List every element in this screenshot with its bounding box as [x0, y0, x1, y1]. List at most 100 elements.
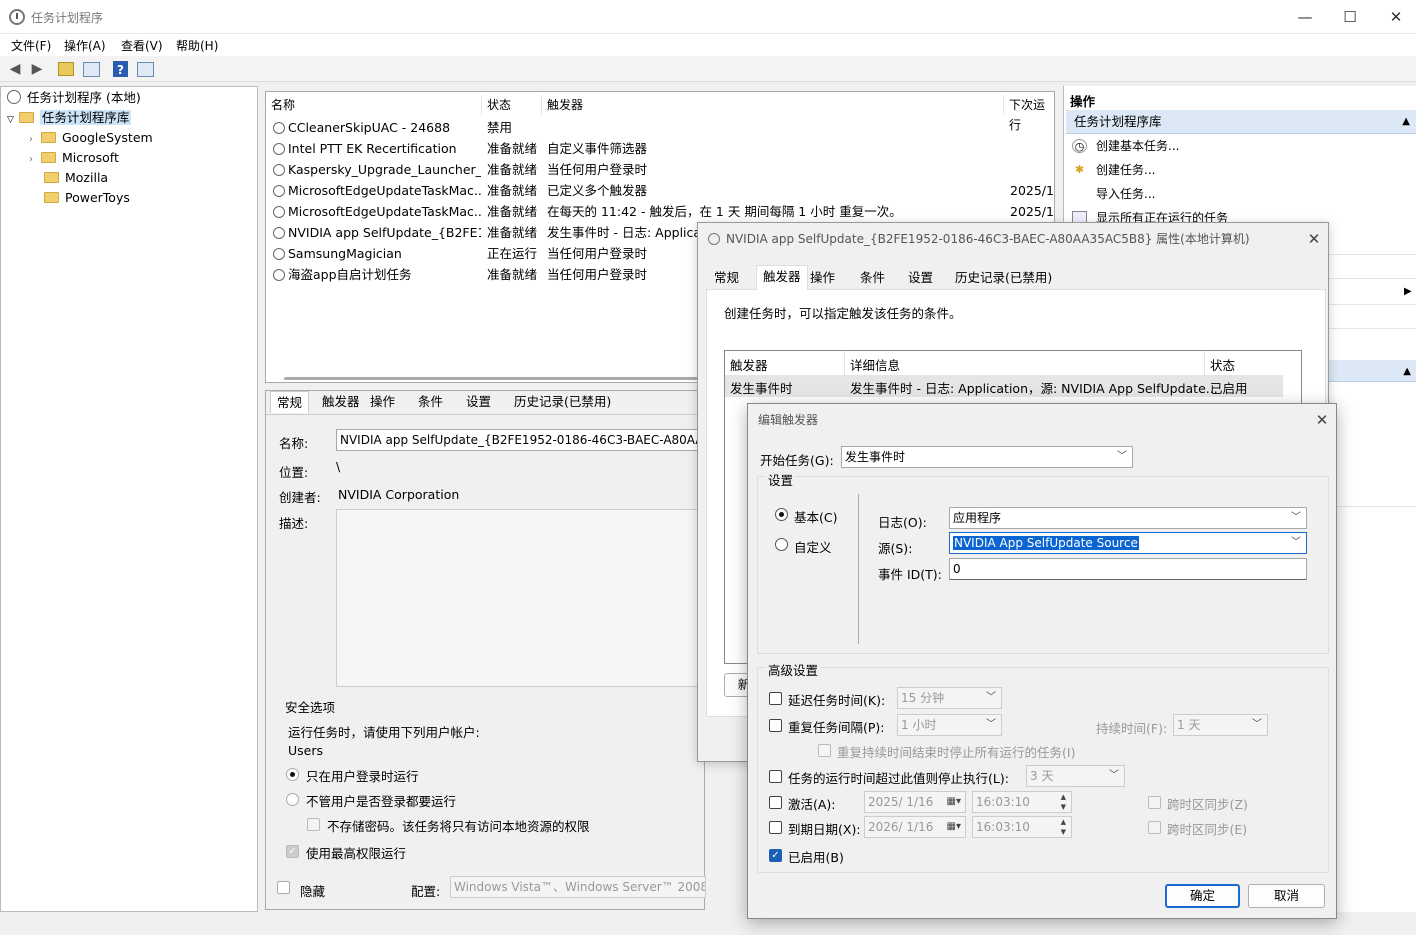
tree-item-mozilla[interactable]: Mozilla	[44, 168, 108, 188]
stop-all-checkbox[interactable]	[818, 744, 831, 757]
column-name[interactable]: 名称	[266, 95, 482, 115]
folder-clock-icon	[18, 112, 34, 123]
table-row[interactable]: Kaspersky_Upgrade_Launcher_... 准备就绪 当任何用户登…	[266, 159, 1056, 180]
expand-down-icon[interactable]: ▽	[7, 115, 14, 125]
log-select[interactable]: 应用程序 ﹀	[949, 507, 1307, 529]
column-next-run[interactable]: 下次运行	[1004, 95, 1054, 132]
minimize-button[interactable]: —	[1282, 0, 1328, 34]
col-trigger[interactable]: 触发器	[730, 355, 768, 374]
cancel-button[interactable]: 取消	[1248, 884, 1325, 908]
config-select[interactable]: Windows Vista™、Windows Server™ 2008	[450, 876, 706, 898]
horizontal-scrollbar[interactable]	[284, 377, 704, 380]
detail-tab-conditions[interactable]: 条件	[412, 391, 449, 413]
close-button[interactable]: ✕	[1373, 0, 1416, 34]
forward-arrow-icon[interactable]: ▶	[28, 60, 46, 78]
sync2-checkbox[interactable]	[1148, 821, 1161, 834]
table-row[interactable]: CCleanerSkipUAC - 24688 禁用	[266, 117, 1056, 138]
table-row[interactable]: MicrosoftEdgeUpdateTaskMac... 准备就绪 在每天的 11…	[266, 201, 1056, 222]
source-select[interactable]: NVIDIA App SelfUpdate Source ﹀	[949, 532, 1307, 554]
table-row[interactable]: Intel PTT EK Recertification 准备就绪 自定义事件筛选器	[266, 138, 1056, 159]
detail-tab-actions[interactable]: 操作	[364, 391, 401, 413]
action-import-task[interactable]: 导入任务...	[1064, 182, 1155, 206]
no-store-password-checkbox[interactable]	[307, 818, 320, 831]
actions-section-library[interactable]: 任务计划程序库 ▲	[1066, 110, 1416, 134]
stop-longer-select[interactable]: 3 天 ﹀	[1026, 765, 1125, 787]
spin-icon[interactable]: ▲ ▼	[1061, 792, 1066, 812]
menu-help[interactable]: 帮助(H)	[176, 37, 218, 54]
expire-checkbox[interactable]	[769, 821, 782, 834]
actions-section-selected[interactable]: ▲	[1329, 360, 1416, 382]
prop-tab-triggers[interactable]: 触发器	[756, 265, 808, 290]
enabled-checkbox[interactable]: ✓	[769, 849, 782, 862]
highest-privileges-checkbox[interactable]: ✓	[286, 845, 299, 858]
show-action-pane-icon[interactable]	[137, 62, 154, 77]
delay-checkbox[interactable]	[769, 692, 782, 705]
menu-action[interactable]: 操作(A)	[64, 37, 106, 54]
run-any-radio[interactable]	[286, 793, 299, 806]
calendar-icon: ▦▾	[946, 821, 961, 832]
help-icon[interactable]: ?	[113, 61, 128, 77]
duration-select[interactable]: 1 天 ﹀	[1173, 714, 1268, 736]
no-store-password-label: 不存储密码。该任务将只有访问本地资源的权限	[327, 819, 590, 834]
table-row[interactable]: MicrosoftEdgeUpdateTaskMac... 准备就绪 已定义多个触发…	[266, 180, 1056, 201]
repeat-checkbox[interactable]	[769, 719, 782, 732]
prop-tab-general[interactable]: 常规	[708, 267, 745, 289]
author-label: 创建者:	[279, 490, 321, 505]
collapse-up-icon[interactable]: ▲	[1402, 110, 1410, 134]
detail-tab-triggers[interactable]: 触发器	[316, 391, 366, 413]
detail-tab-settings[interactable]: 设置	[460, 391, 497, 413]
column-status[interactable]: 状态	[482, 95, 542, 115]
action-create-basic-task[interactable]: ◷ 创建基本任务...	[1064, 134, 1179, 158]
delay-select[interactable]: 15 分钟 ﹀	[897, 687, 1002, 709]
chevron-right-icon[interactable]: ›	[29, 134, 33, 145]
properties-close-button[interactable]: ✕	[1298, 223, 1330, 255]
col-status[interactable]: 状态	[1210, 355, 1235, 374]
folder-icon	[44, 192, 59, 203]
column-triggers[interactable]: 触发器	[542, 95, 1004, 115]
expire-date[interactable]: 2026/ 1/16 ▦▾	[864, 816, 966, 838]
description-field[interactable]	[336, 509, 704, 687]
tree-library[interactable]: ▽ 任务计划程序库	[7, 108, 132, 128]
collapse-up-icon[interactable]: ▲	[1403, 360, 1411, 384]
activate-date[interactable]: 2025/ 1/16 ▦▾	[864, 791, 966, 813]
name-field[interactable]: NVIDIA app SelfUpdate_{B2FE1952-0186-46C…	[336, 429, 704, 451]
hidden-checkbox[interactable]	[277, 881, 290, 894]
menu-view[interactable]: 查看(V)	[121, 37, 163, 54]
event-id-input[interactable]: 0	[949, 558, 1307, 580]
ok-button[interactable]: 确定	[1165, 884, 1240, 908]
tree-item-powertoys[interactable]: PowerToys	[44, 188, 130, 208]
stop-longer-checkbox[interactable]	[769, 770, 782, 783]
run-logged-on-radio[interactable]	[286, 768, 299, 781]
location-label: 位置:	[279, 465, 309, 480]
activate-time[interactable]: 16:03:10 ▲ ▼	[972, 791, 1072, 813]
prop-tab-actions[interactable]: 操作	[804, 267, 841, 289]
action-create-task[interactable]: ✱ 创建任务...	[1064, 158, 1156, 182]
basic-radio[interactable]	[775, 508, 788, 521]
edit-trigger-close-button[interactable]: ✕	[1306, 404, 1338, 436]
up-folder-icon[interactable]	[58, 62, 74, 76]
menu-file[interactable]: 文件(F)	[11, 37, 51, 54]
custom-radio[interactable]	[775, 538, 788, 551]
begin-task-select[interactable]: 发生事件时 ﹀	[841, 446, 1133, 468]
back-arrow-icon[interactable]: ◀	[6, 60, 24, 78]
detail-tab-history[interactable]: 历史记录(已禁用)	[508, 391, 617, 413]
spin-icon[interactable]: ▲ ▼	[1061, 817, 1066, 837]
maximize-button[interactable]: ☐	[1327, 0, 1373, 34]
trigger-row[interactable]: 发生事件时 发生事件时 - 日志: Application，源: NVIDIA …	[725, 375, 1283, 397]
prop-tab-settings[interactable]: 设置	[902, 267, 939, 289]
tree-item-googlesystem[interactable]: › GoogleSystem	[29, 128, 153, 148]
prop-tab-conditions[interactable]: 条件	[854, 267, 891, 289]
repeat-select[interactable]: 1 小时 ﹀	[897, 714, 1002, 736]
col-details[interactable]: 详细信息	[850, 355, 900, 374]
submenu-arrow-icon[interactable]: ▶	[1404, 286, 1412, 297]
chevron-down-icon: ﹀	[986, 719, 996, 730]
detail-tab-general[interactable]: 常规	[270, 391, 310, 413]
expire-time[interactable]: 16:03:10 ▲ ▼	[972, 816, 1072, 838]
tree-item-microsoft[interactable]: › Microsoft	[29, 148, 119, 168]
sync1-checkbox[interactable]	[1148, 796, 1161, 809]
activate-checkbox[interactable]	[769, 796, 782, 809]
chevron-right-icon[interactable]: ›	[29, 154, 33, 165]
prop-tab-history[interactable]: 历史记录(已禁用)	[949, 267, 1058, 289]
show-hide-tree-icon[interactable]	[83, 62, 100, 77]
tree-root[interactable]: 任务计划程序 (本地)	[7, 88, 141, 108]
